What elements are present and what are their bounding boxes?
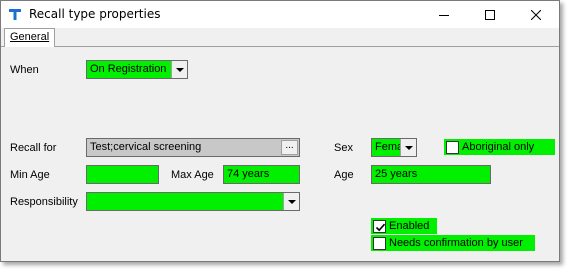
needs-confirmation-label: Needs confirmation by user	[389, 237, 523, 249]
chevron-down-icon[interactable]	[171, 61, 187, 78]
sex-value: Fema	[375, 141, 404, 153]
recall-for-value: Test;cervical screening	[90, 141, 202, 153]
chevron-down-icon[interactable]	[283, 193, 299, 210]
maximize-button[interactable]	[467, 1, 513, 28]
recall-type-properties-window: Recall type properties General When On R…	[0, 0, 560, 262]
minimize-button[interactable]	[421, 1, 467, 28]
chevron-down-icon[interactable]	[400, 139, 416, 156]
max-age-input[interactable]: 74 years	[223, 165, 300, 184]
when-label: When	[10, 64, 39, 76]
needs-confirmation-checkbox-box[interactable]	[373, 237, 386, 250]
tab-general[interactable]: General	[4, 28, 56, 47]
title-bar: Recall type properties	[1, 1, 559, 28]
enabled-label: Enabled	[389, 220, 430, 232]
close-button[interactable]	[513, 1, 559, 28]
age-input[interactable]: 25 years	[371, 165, 491, 184]
responsibility-dropdown[interactable]	[86, 192, 300, 211]
needs-confirmation-checkbox[interactable]: Needs confirmation by user	[371, 235, 535, 251]
age-label: Age	[334, 169, 354, 181]
window-title: Recall type properties	[29, 7, 161, 21]
maximize-icon	[485, 9, 495, 20]
when-value: On Registration	[90, 63, 167, 75]
tab-strip: General	[1, 28, 559, 47]
aboriginal-only-label: Aboriginal only	[462, 141, 535, 153]
checkmark-icon	[375, 223, 386, 232]
when-dropdown[interactable]: On Registration	[86, 60, 188, 79]
sex-dropdown[interactable]: Fema	[371, 138, 417, 157]
enabled-checkbox-box[interactable]	[373, 220, 386, 233]
sex-label: Sex	[334, 142, 353, 154]
recall-for-label: Recall for	[10, 142, 57, 154]
recall-for-field[interactable]: Test;cervical screening ...	[86, 138, 300, 157]
min-age-label: Min Age	[10, 169, 50, 181]
aboriginal-only-checkbox[interactable]: Aboriginal only	[444, 139, 555, 155]
min-age-input[interactable]	[86, 165, 159, 184]
tab-general-label: General	[10, 31, 50, 43]
minimize-icon	[439, 14, 449, 16]
enabled-checkbox[interactable]: Enabled	[371, 218, 437, 234]
close-icon	[531, 9, 541, 20]
general-panel: When On Registration Recall for Test;cer…	[1, 47, 559, 261]
aboriginal-only-checkbox-box[interactable]	[446, 141, 459, 154]
responsibility-label: Responsibility	[10, 196, 78, 208]
max-age-label: Max Age	[171, 169, 214, 181]
telstra-logo-icon	[7, 6, 23, 22]
recall-for-browse-button[interactable]: ...	[281, 140, 298, 155]
